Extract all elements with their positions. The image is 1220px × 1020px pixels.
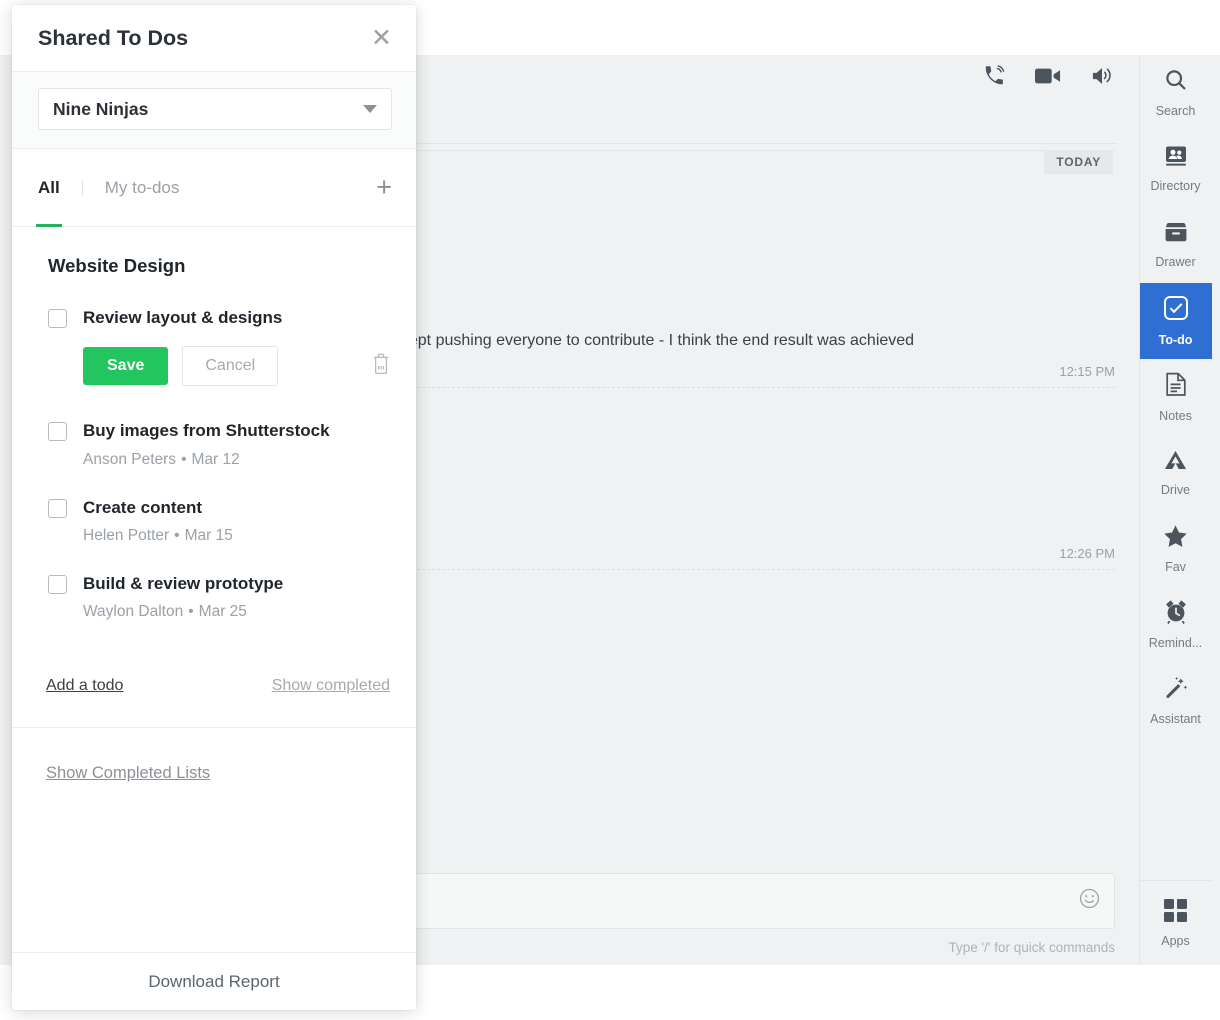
meta-separator: • <box>174 526 180 544</box>
message-text-part: who kept pushing everyone to contribute … <box>362 332 915 349</box>
sidebar-label: Remind... <box>1148 636 1203 650</box>
plus-icon[interactable]: + <box>376 174 392 201</box>
sidebar-item-fav[interactable]: Fav <box>1140 511 1212 587</box>
sidebar-item-directory[interactable]: Directory <box>1140 131 1212 207</box>
sidebar-label: Notes <box>1159 408 1192 423</box>
download-report-button[interactable]: Download Report <box>148 972 279 992</box>
todo-due-date: Mar 15 <box>184 526 233 544</box>
sidebar-label: To-do <box>1158 333 1193 347</box>
todo-due-date: Mar 25 <box>198 603 247 620</box>
sidebar-item-assistant[interactable]: Assistant <box>1140 663 1212 739</box>
todo-item-meta: Anson Peters • Mar 12 <box>83 451 392 469</box>
shared-todos-modal: Shared To Dos ✕ Nine Ninjas All My to-do… <box>12 5 416 1010</box>
show-completed-lists-link[interactable]: Show Completed Lists <box>46 764 210 783</box>
todo-checkbox[interactable] <box>48 574 67 594</box>
modal-tabs: All My to-dos + <box>12 149 416 227</box>
todo-item-text[interactable]: Build & review prototype <box>83 573 392 594</box>
sidebar-label: Drive <box>1160 483 1191 497</box>
magic-wand-icon <box>1164 676 1188 705</box>
tab-divider <box>81 179 83 196</box>
modal-section-divider <box>12 727 416 728</box>
modal-header: Shared To Dos ✕ <box>12 5 416 72</box>
todo-assignee: Waylon Dalton <box>83 603 184 620</box>
sidebar-item-notes[interactable]: Notes <box>1140 359 1212 435</box>
modal-footer: Download Report <box>12 952 416 1010</box>
todo-item-content: Build & review prototype Waylon Dalton • M… <box>83 573 392 621</box>
todo-item-meta: Helen Potter • Mar 15 <box>83 527 392 545</box>
trash-icon[interactable] <box>372 353 390 379</box>
todo-item-content: Create content Helen Potter • Mar 15 <box>83 497 392 545</box>
screen-root: Nine Ninjas • 34 + Add <box>0 0 1220 1020</box>
video-camera-icon[interactable] <box>1035 66 1061 86</box>
notes-icon <box>1165 372 1187 402</box>
modal-body: Website Design Review layout & designs S… <box>12 227 416 952</box>
directory-icon <box>1164 145 1188 172</box>
team-select-band: Nine Ninjas <box>12 72 416 149</box>
speaker-icon[interactable] <box>1091 66 1113 86</box>
todo-list-title: Website Design <box>48 255 186 276</box>
sidebar-item-drawer[interactable]: Drawer <box>1140 207 1212 283</box>
todo-assignee: Helen Potter <box>83 526 170 544</box>
sidebar-label: Assistant <box>1150 712 1201 726</box>
meta-separator: • <box>188 603 194 620</box>
todo-item-text[interactable]: Create content <box>83 497 392 518</box>
phone-call-icon[interactable] <box>983 65 1005 87</box>
grid-apps-icon <box>1164 898 1187 927</box>
todo-item: Buy images from Shutterstock Anson Peter… <box>38 420 392 468</box>
todo-item: Create content Helen Potter • Mar 15 <box>38 497 392 545</box>
todo-item: Build & review prototype Waylon Dalton • M… <box>38 573 392 621</box>
todo-edit-actions: Save Cancel <box>83 346 392 387</box>
todo-item-content: Buy images from Shutterstock Anson Peter… <box>83 420 392 468</box>
todo-item-text[interactable]: Buy images from Shutterstock <box>83 420 392 441</box>
todo-checkbox[interactable] <box>48 422 67 442</box>
sidebar-label: Drawer <box>1155 254 1196 269</box>
todo-item: Review layout & designs Save Cancel <box>38 307 392 387</box>
save-button[interactable]: Save <box>83 347 169 386</box>
smiley-icon[interactable] <box>1079 888 1100 914</box>
right-sidebar: Search Directory Drawer To-do Notes Driv… <box>1139 55 1212 965</box>
cancel-button[interactable]: Cancel <box>182 346 279 387</box>
chat-call-actions <box>983 65 1113 87</box>
sidebar-label: Fav <box>1165 560 1186 574</box>
star-icon <box>1163 524 1188 553</box>
sidebar-item-search[interactable]: Search <box>1140 55 1212 131</box>
search-icon <box>1164 68 1188 97</box>
todo-item-content: Review layout & designs Save Cancel <box>83 307 392 387</box>
todo-item-meta: Waylon Dalton • Mar 25 <box>83 603 392 621</box>
meta-separator: • <box>181 450 187 468</box>
sidebar-item-reminders[interactable]: Remind... <box>1140 587 1212 663</box>
add-todo-link[interactable]: Add a todo <box>46 677 123 695</box>
drawer-icon <box>1164 222 1188 248</box>
alarm-clock-icon <box>1164 600 1188 629</box>
sidebar-bottom: Apps <box>1139 880 1212 965</box>
todo-assignee: Anson Peters <box>83 450 177 468</box>
todo-item-text[interactable]: Review layout & designs <box>83 307 392 328</box>
todo-checkbox[interactable] <box>48 309 67 328</box>
todo-check-icon <box>1163 295 1189 326</box>
sidebar-label: Search <box>1155 104 1196 118</box>
team-select[interactable]: Nine Ninjas <box>38 88 392 130</box>
team-select-value: Nine Ninjas <box>53 98 149 119</box>
todo-checkbox[interactable] <box>48 498 67 518</box>
drive-icon <box>1163 449 1188 476</box>
modal-title: Shared To Dos <box>38 25 189 50</box>
today-badge: TODAY <box>1044 150 1113 174</box>
close-icon[interactable]: ✕ <box>371 25 392 51</box>
right-sidebar-items: Search Directory Drawer To-do Notes Driv… <box>1139 55 1212 739</box>
sidebar-item-drive[interactable]: Drive <box>1140 435 1212 511</box>
tab-all[interactable]: All <box>36 149 62 227</box>
todo-due-date: Mar 12 <box>191 450 240 468</box>
sidebar-label: Apps <box>1161 933 1190 948</box>
sidebar-label: Directory <box>1150 179 1201 193</box>
sidebar-item-todo[interactable]: To-do <box>1139 283 1212 359</box>
show-completed-link[interactable]: Show completed <box>272 677 390 695</box>
todo-list-footer: Add a todo Show completed <box>46 677 390 695</box>
tab-my-todos[interactable]: My to-dos <box>105 149 180 227</box>
chevron-down-icon <box>363 105 377 113</box>
sidebar-item-apps[interactable]: Apps <box>1140 881 1212 965</box>
